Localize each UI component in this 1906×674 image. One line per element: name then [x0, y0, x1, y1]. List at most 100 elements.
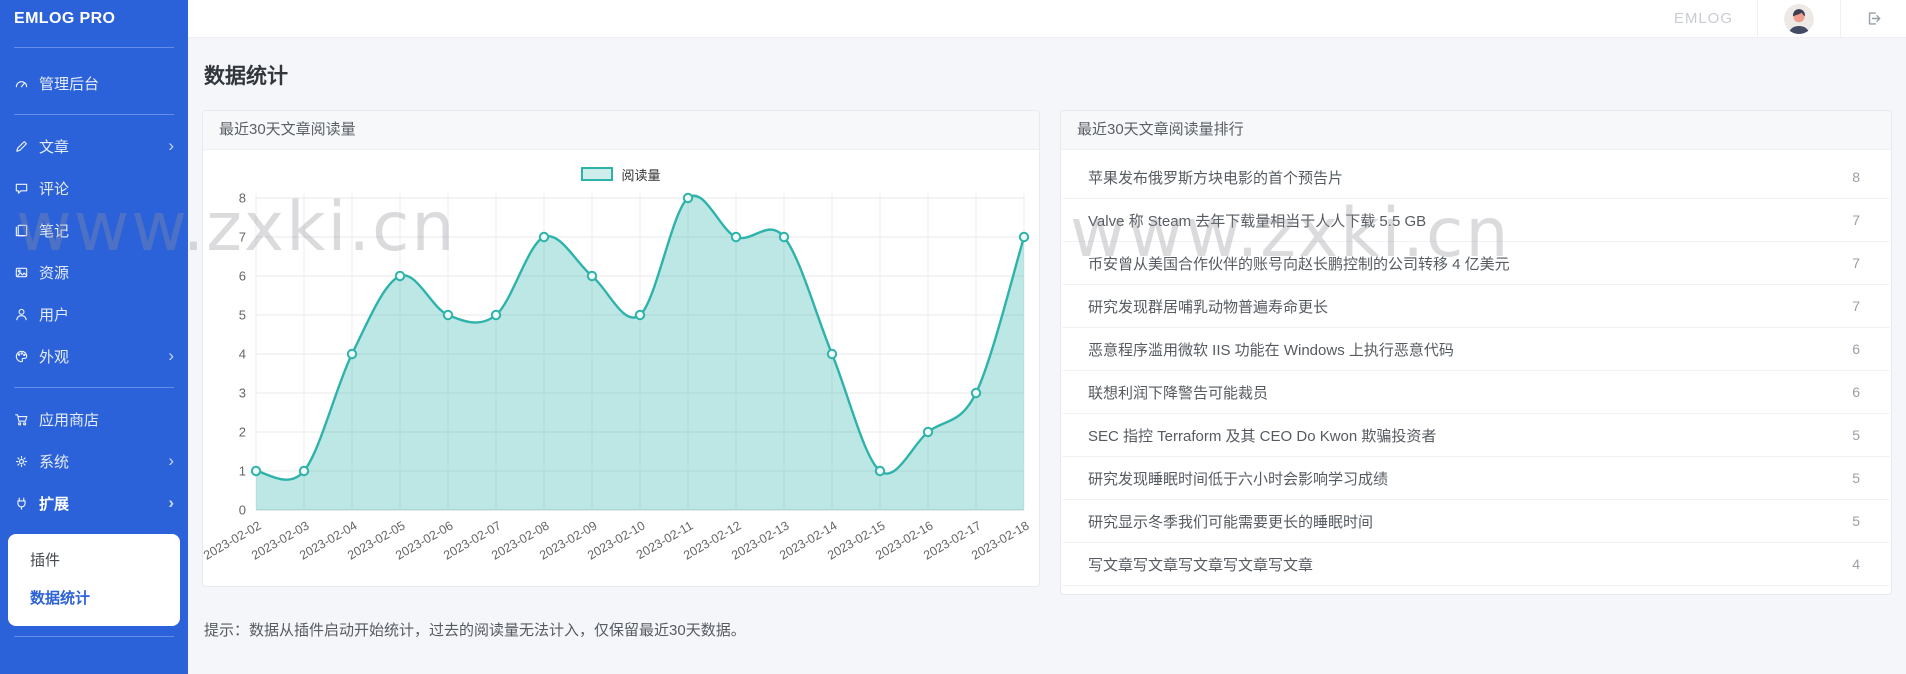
sidebar-item[interactable]: 应用商店 [0, 398, 188, 440]
ranking-row[interactable]: Valve 称 Steam 去年下载量相当于人人下载 5.5 GB 7 [1062, 199, 1890, 242]
sidebar: EMLOG PRO 管理后台 文章 › 评论 笔记 资源 用户 外观 › 应用商… [0, 0, 188, 674]
sidebar-divider [14, 47, 174, 48]
chart-panel-title: 最近30天文章阅读量 [203, 111, 1039, 150]
chevron-right-icon: › [168, 493, 174, 512]
article-title-link[interactable]: 研究发现睡眠时间低于六小时会影响学习成绩 [1088, 468, 1832, 489]
chevron-right-icon: › [168, 346, 174, 365]
svg-text:3: 3 [239, 386, 246, 401]
palette-icon [14, 348, 30, 364]
ranking-row[interactable]: 研究发现睡眠时间低于六小时会影响学习成绩 5 [1062, 457, 1890, 500]
sidebar-item-label: 用户 [39, 306, 70, 324]
view-count: 6 [1852, 341, 1860, 357]
article-title-link[interactable]: SEC 指控 Terraform 及其 CEO Do Kwon 欺骗投资者 [1088, 425, 1832, 446]
sidebar-divider [14, 387, 174, 388]
ranking-panel: 最近30天文章阅读量排行 苹果发布俄罗斯方块电影的首个预告片 8 Valve 称… [1060, 110, 1892, 595]
article-title-link[interactable]: 苹果发布俄罗斯方块电影的首个预告片 [1088, 167, 1832, 188]
views-line-chart: 0123456782023-02-022023-02-032023-02-042… [201, 191, 1031, 563]
topbar-divider [1757, 0, 1758, 38]
ranking-panel-title: 最近30天文章阅读量排行 [1061, 111, 1891, 150]
topbar-divider [1840, 0, 1841, 38]
ranking-row[interactable]: 恶意程序滥用微软 IIS 功能在 Windows 上执行恶意代码 6 [1062, 328, 1890, 371]
app-logo[interactable]: EMLOG PRO [0, 0, 188, 37]
ranking-row[interactable]: 苹果发布俄罗斯方块电影的首个预告片 8 [1062, 156, 1890, 199]
sidebar-divider [14, 636, 174, 637]
view-count: 7 [1852, 298, 1860, 314]
article-title-link[interactable]: 写文章写文章写文章写文章写文章 [1088, 554, 1832, 575]
sidebar-nav: 管理后台 文章 › 评论 笔记 资源 用户 外观 › 应用商店 系统 › 扩展 … [0, 58, 188, 524]
submenu-item-label: 数据统计 [30, 590, 91, 607]
svg-text:4: 4 [239, 347, 246, 362]
view-count: 4 [1852, 556, 1860, 572]
svg-text:6: 6 [239, 269, 246, 284]
svg-text:7: 7 [239, 230, 246, 245]
submenu-item-label: 插件 [30, 552, 61, 569]
ranking-row[interactable]: 币安曾从美国合作伙伴的账号向赵长鹏控制的公司转移 4 亿美元 7 [1062, 242, 1890, 285]
ranking-row[interactable]: 联想利润下降警告可能裁员 6 [1062, 371, 1890, 414]
article-title-link[interactable]: 联想利润下降警告可能裁员 [1088, 382, 1832, 403]
sidebar-item[interactable]: 笔记 [0, 209, 188, 251]
sidebar-item[interactable]: 扩展 › [0, 482, 188, 524]
legend-label: 阅读量 [621, 167, 661, 183]
article-title-link[interactable]: 研究发现群居哺乳动物普遍寿命更长 [1088, 296, 1832, 317]
page-title: 数据统计 [204, 65, 288, 88]
sidebar-item-label: 评论 [39, 180, 70, 198]
user-avatar[interactable] [1784, 3, 1814, 34]
sidebar-item-label: 扩展 [39, 495, 70, 513]
sidebar-item[interactable]: 资源 [0, 251, 188, 293]
extensions-submenu: 插件 数据统计 [8, 534, 180, 626]
ranking-list: 苹果发布俄罗斯方块电影的首个预告片 8 Valve 称 Steam 去年下载量相… [1061, 150, 1891, 594]
sidebar-item[interactable]: 文章 › [0, 125, 188, 167]
logout-icon[interactable] [1865, 10, 1882, 27]
sidebar-item-label: 笔记 [39, 222, 70, 240]
dashboard-icon [14, 75, 30, 91]
ranking-row[interactable]: 研究显示冬季我们可能需要更长的睡眠时间 5 [1062, 500, 1890, 543]
view-count: 7 [1852, 255, 1860, 271]
sidebar-item[interactable]: 管理后台 [0, 62, 188, 104]
topbar: EMLOG [188, 0, 1906, 38]
svg-text:5: 5 [239, 308, 246, 323]
sidebar-item-label: 资源 [39, 264, 70, 282]
ranking-row[interactable]: 写文章写文章写文章写文章写文章 4 [1062, 543, 1890, 586]
view-count: 8 [1852, 169, 1860, 185]
chart-legend[interactable]: 阅读量 [203, 150, 1039, 184]
panels-row: 最近30天文章阅读量 阅读量 0 1 2 3 4 5 6 7 8 2023-02-02 2023-0… [201, 110, 1892, 595]
chevron-right-icon: › [168, 136, 174, 155]
article-title-link[interactable]: 研究显示冬季我们可能需要更长的睡眠时间 [1088, 511, 1832, 532]
plug-icon [14, 495, 30, 511]
image-icon [14, 264, 30, 280]
user-icon [14, 306, 30, 322]
svg-text:8: 8 [239, 191, 246, 206]
svg-text:2: 2 [239, 425, 246, 440]
view-count: 5 [1852, 513, 1860, 529]
sidebar-item-label: 应用商店 [39, 411, 100, 429]
comment-icon [14, 180, 30, 196]
svg-text:1: 1 [239, 464, 246, 479]
article-title-link[interactable]: Valve 称 Steam 去年下载量相当于人人下载 5.5 GB [1088, 210, 1832, 231]
ranking-row[interactable]: SEC 指控 Terraform 及其 CEO Do Kwon 欺骗投资者 5 [1062, 414, 1890, 457]
sidebar-divider [14, 114, 174, 115]
sidebar-item[interactable]: 用户 [0, 293, 188, 335]
submenu-item[interactable]: 数据统计 [8, 580, 180, 618]
views-chart-panel: 最近30天文章阅读量 阅读量 0 1 2 3 4 5 6 7 8 2023-02-02 2023-0… [201, 110, 1040, 587]
legend-swatch [581, 167, 614, 181]
hint-text: 提示：数据从插件启动开始统计，过去的阅读量无法计入，仅保留最近30天数据。 [204, 622, 746, 639]
chevron-right-icon: › [168, 451, 174, 470]
view-count: 7 [1852, 212, 1860, 228]
view-count: 6 [1852, 384, 1860, 400]
sidebar-item-label: 管理后台 [39, 75, 100, 93]
main-content: 数据统计 最近30天文章阅读量 阅读量 0 1 2 3 4 5 6 7 8 2023-02-02 2… [188, 38, 1906, 674]
article-title-link[interactable]: 恶意程序滥用微软 IIS 功能在 Windows 上执行恶意代码 [1088, 339, 1832, 360]
gear-icon [14, 453, 30, 469]
sidebar-item[interactable]: 外观 › [0, 335, 188, 377]
sidebar-item-label: 文章 [39, 138, 70, 156]
pencil-icon [14, 138, 30, 154]
sidebar-item[interactable]: 评论 [0, 167, 188, 209]
topbar-brand-link[interactable]: EMLOG [1674, 10, 1733, 27]
note-icon [14, 222, 30, 238]
view-count: 5 [1852, 470, 1860, 486]
submenu-item[interactable]: 插件 [8, 542, 180, 580]
svg-text:0: 0 [239, 503, 246, 518]
ranking-row[interactable]: 研究发现群居哺乳动物普遍寿命更长 7 [1062, 285, 1890, 328]
sidebar-item[interactable]: 系统 › [0, 440, 188, 482]
article-title-link[interactable]: 币安曾从美国合作伙伴的账号向赵长鹏控制的公司转移 4 亿美元 [1088, 253, 1832, 274]
